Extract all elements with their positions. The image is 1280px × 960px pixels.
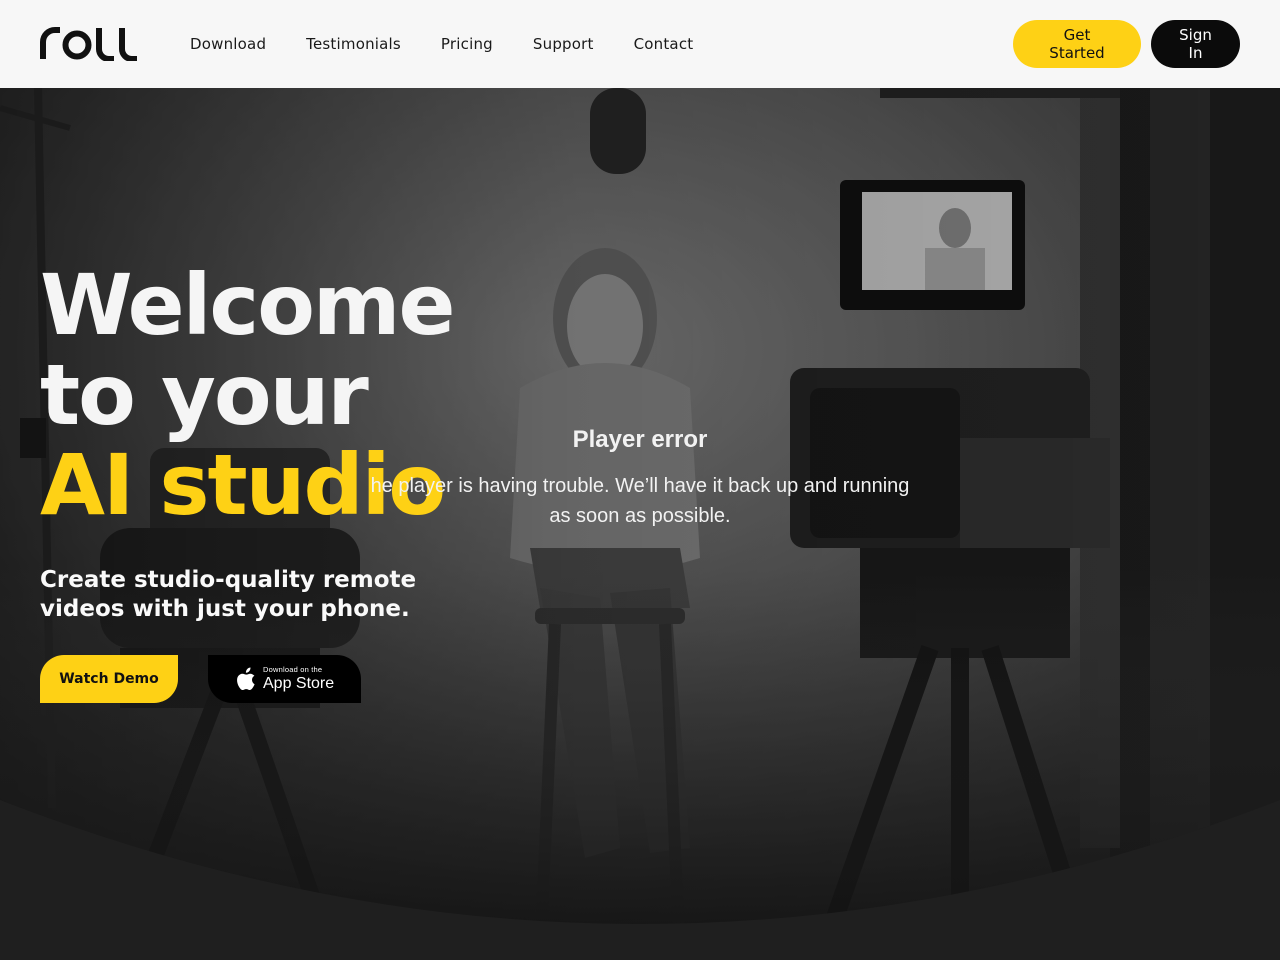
app-store-button[interactable]: Download on the App Store xyxy=(208,655,361,703)
nav-download-link[interactable]: Download xyxy=(190,35,266,53)
header-actions: Get Started Sign In xyxy=(1013,20,1240,68)
nav-support-link[interactable]: Support xyxy=(533,35,594,53)
player-error-overlay: Player error he player is having trouble… xyxy=(365,426,915,531)
app-store-text: Download on the App Store xyxy=(263,666,334,692)
sign-in-button[interactable]: Sign In xyxy=(1151,20,1240,68)
nav-pricing-link[interactable]: Pricing xyxy=(441,35,493,53)
get-started-button[interactable]: Get Started xyxy=(1013,20,1141,68)
hero-cta-row: Watch Demo Download on the App Store xyxy=(40,655,361,703)
app-store-small-label: Download on the xyxy=(263,665,323,675)
player-error-title: Player error xyxy=(572,426,708,453)
nav-testimonials-link[interactable]: Testimonials xyxy=(306,35,401,53)
hero-subheadline: Create studio-quality remote videos with… xyxy=(40,567,417,622)
site-header: Download Testimonials Pricing Support Co… xyxy=(0,0,1280,88)
player-error-message: he player is having trouble. We’ll have … xyxy=(370,475,910,527)
main-nav: Download Testimonials Pricing Support Co… xyxy=(190,35,733,53)
headline-line-1: Welcome xyxy=(40,256,455,354)
roll-logo[interactable] xyxy=(40,27,140,61)
app-store-label: App Store xyxy=(263,674,335,692)
hero-section: Welcome to your AI studio Create studio-… xyxy=(0,88,1280,960)
nav-contact-link[interactable]: Contact xyxy=(634,35,694,53)
watch-demo-button[interactable]: Watch Demo xyxy=(40,655,178,703)
apple-icon xyxy=(237,667,255,690)
